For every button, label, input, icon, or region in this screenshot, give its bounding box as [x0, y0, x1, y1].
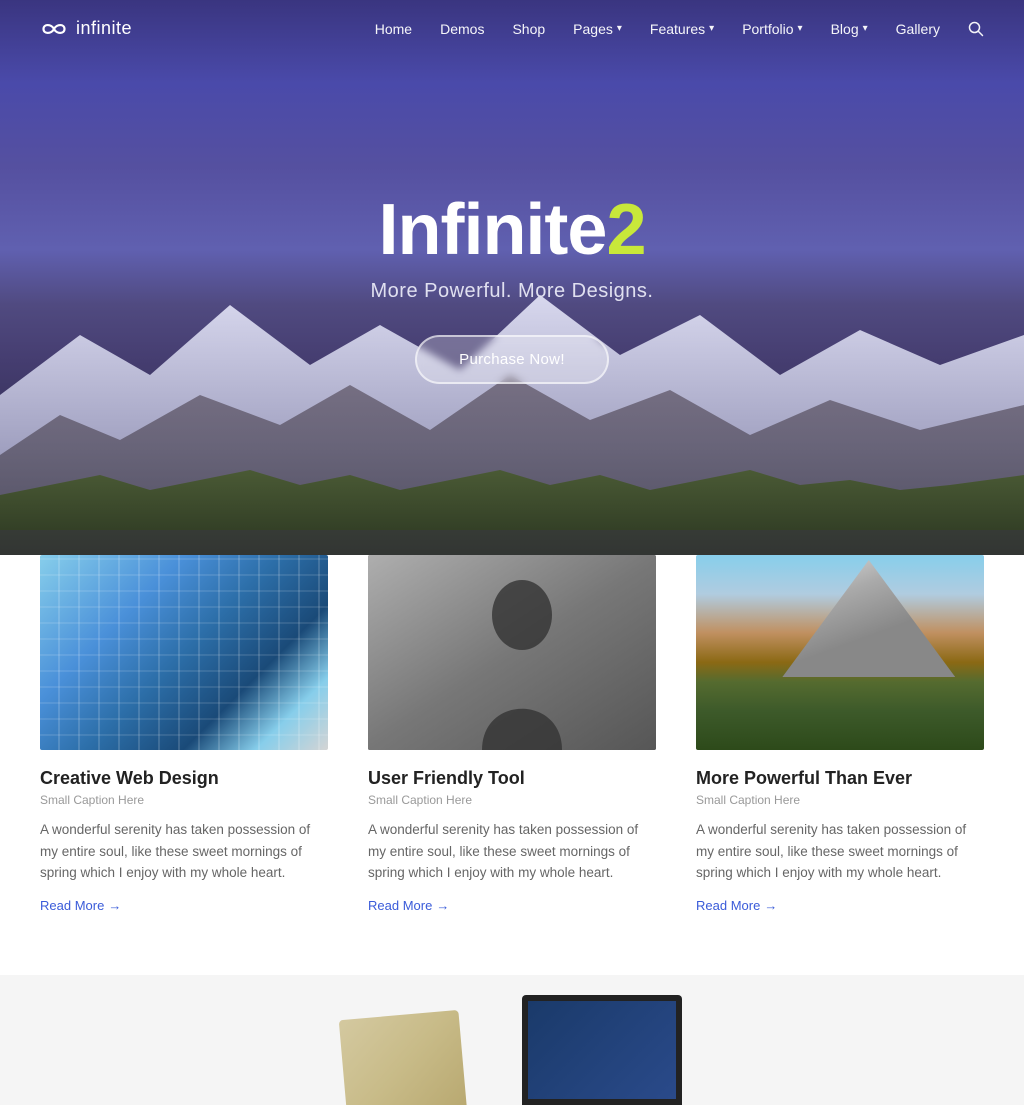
card-caption-3: Small Caption Here — [696, 793, 984, 807]
hero-title: Infinite2 — [371, 191, 654, 270]
arrow-right-icon: → — [436, 898, 449, 913]
card-image-mountain — [696, 555, 984, 750]
card-title-2: User Friendly Tool — [368, 768, 656, 789]
brand-name: infinite — [76, 18, 132, 39]
nav-item-portfolio[interactable]: Portfolio ▾ — [742, 21, 802, 37]
card-image-person — [368, 555, 656, 750]
search-icon — [968, 21, 984, 37]
nav-item-demos[interactable]: Demos — [440, 21, 484, 37]
search-trigger[interactable] — [968, 21, 984, 37]
card-caption-2: Small Caption Here — [368, 793, 656, 807]
nav-item-features[interactable]: Features ▾ — [650, 21, 714, 37]
nav-item-home[interactable]: Home — [375, 21, 412, 37]
card-title-3: More Powerful Than Ever — [696, 768, 984, 789]
arrow-right-icon: → — [108, 898, 121, 913]
person-silhouette — [368, 555, 656, 750]
card-readmore-1[interactable]: Read More → — [40, 898, 121, 913]
card-image-building — [40, 555, 328, 750]
card-text-1: A wonderful serenity has taken possessio… — [40, 819, 328, 884]
card-text-2: A wonderful serenity has taken possessio… — [368, 819, 656, 884]
hero-content: Infinite2 More Powerful. More Designs. P… — [371, 191, 654, 384]
chevron-down-icon: ▾ — [709, 23, 714, 34]
bottom-teaser — [0, 975, 1024, 1105]
nav-item-shop[interactable]: Shop — [512, 21, 545, 37]
card-text-3: A wonderful serenity has taken possessio… — [696, 819, 984, 884]
nav-item-blog[interactable]: Blog ▾ — [831, 21, 868, 37]
chevron-down-icon: ▾ — [863, 23, 868, 34]
cards-section: Creative Web Design Small Caption Here A… — [0, 555, 1024, 975]
purchase-now-button[interactable]: Purchase Now! — [415, 335, 609, 384]
card-creative-web-design: Creative Web Design Small Caption Here A… — [40, 555, 328, 915]
card-more-powerful: More Powerful Than Ever Small Caption He… — [696, 555, 984, 915]
card-readmore-2[interactable]: Read More → — [368, 898, 449, 913]
arrow-right-icon: → — [764, 898, 777, 913]
card-user-friendly-tool: User Friendly Tool Small Caption Here A … — [368, 555, 656, 915]
hero-section: Infinite2 More Powerful. More Designs. P… — [0, 0, 1024, 555]
card-caption-1: Small Caption Here — [40, 793, 328, 807]
card-title-1: Creative Web Design — [40, 768, 328, 789]
nav-item-pages[interactable]: Pages ▾ — [573, 21, 622, 37]
chevron-down-icon: ▾ — [617, 23, 622, 34]
brand-logo[interactable]: infinite — [40, 18, 375, 39]
nav-item-gallery[interactable]: Gallery — [896, 21, 940, 37]
chevron-down-icon: ▾ — [798, 23, 803, 34]
nav-links: Home Demos Shop Pages ▾ Features ▾ Portf… — [375, 21, 984, 37]
device-screen — [522, 995, 682, 1105]
bottom-devices — [342, 995, 682, 1105]
card-readmore-3[interactable]: Read More → — [696, 898, 777, 913]
infinity-icon — [40, 21, 68, 37]
main-nav: infinite Home Demos Shop Pages ▾ Feature… — [0, 0, 1024, 57]
hero-subtitle: More Powerful. More Designs. — [371, 280, 654, 303]
